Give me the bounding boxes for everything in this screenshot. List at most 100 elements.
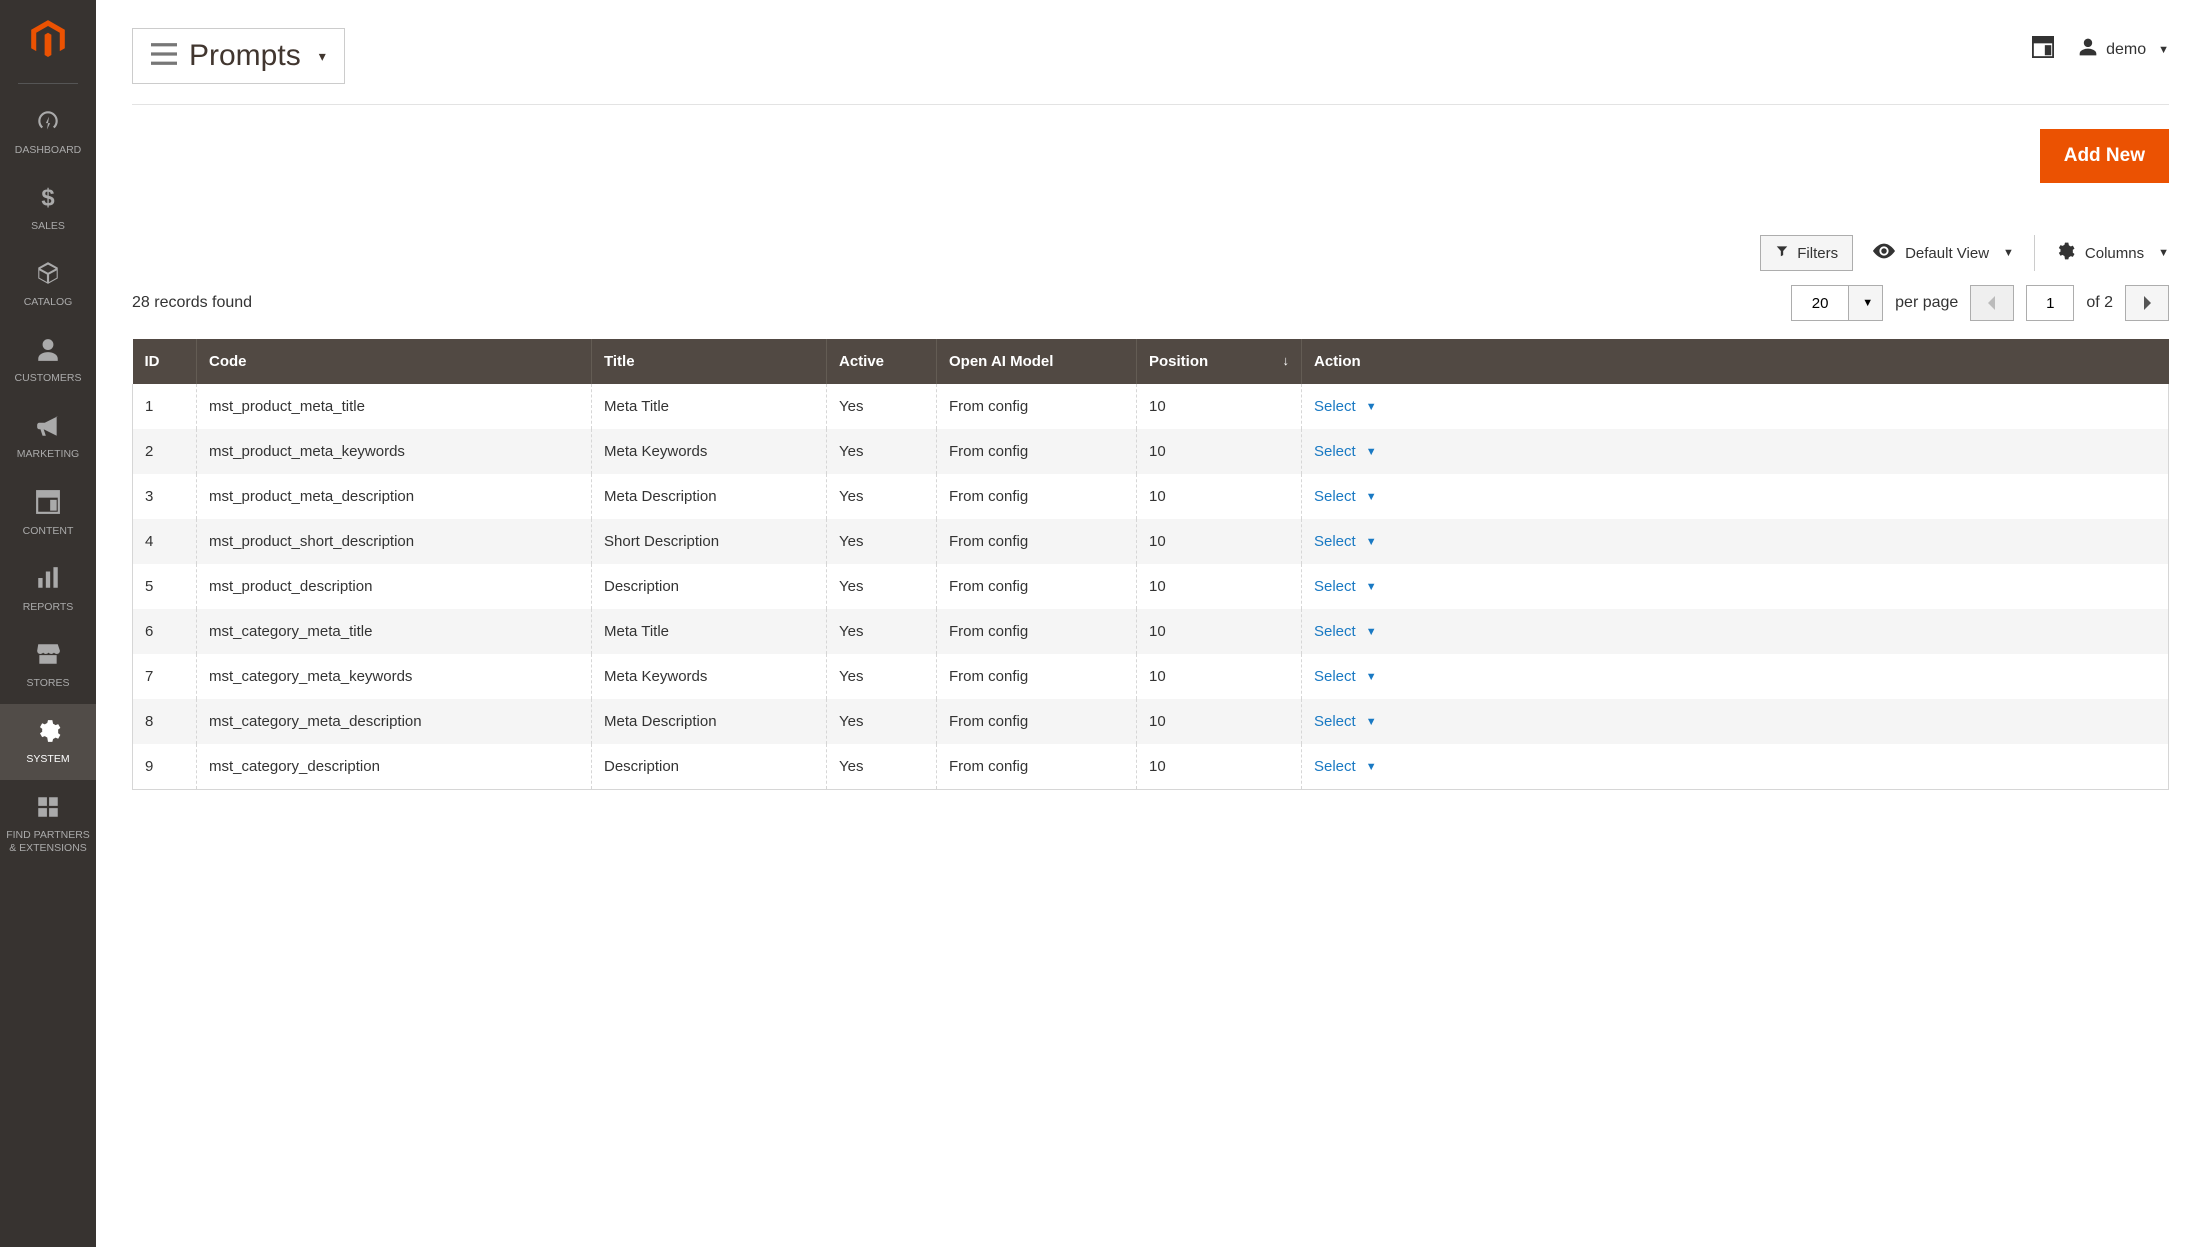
gear-icon: [2055, 241, 2075, 265]
topbar: Prompts ▾ demo ▼: [132, 0, 2169, 84]
row-action-select[interactable]: Select ▼: [1314, 398, 1377, 415]
caret-down-icon: ▼: [1366, 671, 1377, 683]
table-row[interactable]: 2mst_product_meta_keywordsMeta KeywordsY…: [133, 429, 2169, 474]
row-action-select[interactable]: Select ▼: [1314, 533, 1377, 550]
sidebar-item-label: FIND PARTNERS & EXTENSIONS: [4, 829, 92, 854]
cell-position: 10: [1137, 564, 1302, 609]
col-header-title[interactable]: Title: [592, 339, 827, 384]
sidebar-item-label: SYSTEM: [26, 753, 69, 766]
caret-down-icon: ▾: [319, 48, 326, 65]
sidebar-item-label: STORES: [27, 677, 70, 690]
sidebar-item-system[interactable]: SYSTEM: [0, 704, 96, 780]
pager: ▼ per page of 2: [1791, 285, 2169, 321]
caret-down-icon: ▼: [1862, 297, 1873, 309]
cell-action: Select ▼: [1302, 474, 2169, 519]
cell-active: Yes: [827, 474, 937, 519]
cell-action: Select ▼: [1302, 384, 2169, 429]
row-action-select[interactable]: Select ▼: [1314, 668, 1377, 685]
page-title-scope-button[interactable]: Prompts ▾: [132, 28, 345, 84]
records-row: 28 records found ▼ per page of 2: [132, 285, 2169, 321]
row-action-select[interactable]: Select ▼: [1314, 488, 1377, 505]
cell-action: Select ▼: [1302, 744, 2169, 790]
col-header-model[interactable]: Open AI Model: [937, 339, 1137, 384]
caret-down-icon: ▼: [2158, 247, 2169, 259]
cell-position: 10: [1137, 744, 1302, 790]
crates-icon: [35, 794, 61, 824]
sidebar-item-customers[interactable]: CUSTOMERS: [0, 323, 96, 399]
prev-page-button[interactable]: [1970, 285, 2014, 321]
topbar-right: demo ▼: [2032, 28, 2169, 63]
table-row[interactable]: 1mst_product_meta_titleMeta TitleYesFrom…: [133, 384, 2169, 429]
cell-model: From config: [937, 699, 1137, 744]
add-new-button[interactable]: Add New: [2040, 129, 2169, 183]
cell-action: Select ▼: [1302, 519, 2169, 564]
default-view-label: Default View: [1905, 245, 1989, 262]
sidebar-item-dashboard[interactable]: DASHBOARD: [0, 94, 96, 170]
row-action-select[interactable]: Select ▼: [1314, 758, 1377, 775]
next-page-button[interactable]: [2125, 285, 2169, 321]
sidebar-item-content[interactable]: CONTENT: [0, 475, 96, 551]
sidebar-item-find-partners-extensions[interactable]: FIND PARTNERS & EXTENSIONS: [0, 780, 96, 869]
col-header-position[interactable]: Position ↓: [1137, 339, 1302, 384]
caret-down-icon: ▼: [1366, 446, 1377, 458]
col-header-id[interactable]: ID: [133, 339, 197, 384]
cell-title: Meta Description: [592, 699, 827, 744]
columns-label: Columns: [2085, 245, 2144, 262]
row-action-select[interactable]: Select ▼: [1314, 713, 1377, 730]
row-action-select[interactable]: Select ▼: [1314, 623, 1377, 640]
columns-button[interactable]: Columns ▼: [2055, 241, 2169, 265]
table-row[interactable]: 6mst_category_meta_titleMeta TitleYesFro…: [133, 609, 2169, 654]
sort-arrow-down-icon: ↓: [1283, 353, 1290, 368]
sidebar-item-marketing[interactable]: MARKETING: [0, 399, 96, 475]
table-row[interactable]: 9mst_category_descriptionDescriptionYesF…: [133, 744, 2169, 790]
cell-title: Meta Keywords: [592, 429, 827, 474]
col-header-code[interactable]: Code: [197, 339, 592, 384]
cell-position: 10: [1137, 519, 1302, 564]
cell-title: Meta Description: [592, 474, 827, 519]
cell-id: 8: [133, 699, 197, 744]
table-row[interactable]: 3mst_product_meta_descriptionMeta Descri…: [133, 474, 2169, 519]
filters-button[interactable]: Filters: [1760, 235, 1853, 271]
cell-id: 4: [133, 519, 197, 564]
grid-toolbar: Filters Default View ▼ Columns ▼: [132, 235, 2169, 271]
funnel-icon: [1775, 244, 1789, 262]
person-icon: [35, 337, 61, 367]
cell-active: Yes: [827, 744, 937, 790]
user-menu-button[interactable]: demo ▼: [2078, 37, 2169, 62]
layout-switch-icon[interactable]: [2032, 36, 2054, 63]
table-row[interactable]: 4mst_product_short_descriptionShort Desc…: [133, 519, 2169, 564]
per-page-input[interactable]: [1791, 285, 1849, 321]
table-row[interactable]: 8mst_category_meta_descriptionMeta Descr…: [133, 699, 2169, 744]
storefront-icon: [35, 641, 61, 671]
caret-down-icon: ▼: [1366, 401, 1377, 413]
cell-model: From config: [937, 429, 1137, 474]
row-action-select[interactable]: Select ▼: [1314, 443, 1377, 460]
main-content: Prompts ▾ demo ▼ Add New: [96, 0, 2205, 1247]
magento-logo[interactable]: [27, 18, 69, 65]
col-header-active[interactable]: Active: [827, 339, 937, 384]
cell-active: Yes: [827, 609, 937, 654]
cell-position: 10: [1137, 699, 1302, 744]
cell-action: Select ▼: [1302, 564, 2169, 609]
cell-id: 7: [133, 654, 197, 699]
table-row[interactable]: 7mst_category_meta_keywordsMeta Keywords…: [133, 654, 2169, 699]
cell-model: From config: [937, 474, 1137, 519]
cell-position: 10: [1137, 474, 1302, 519]
default-view-button[interactable]: Default View ▼: [1873, 243, 2014, 263]
cell-code: mst_product_meta_keywords: [197, 429, 592, 474]
table-row[interactable]: 5mst_product_descriptionDescriptionYesFr…: [133, 564, 2169, 609]
sidebar-item-sales[interactable]: $SALES: [0, 170, 96, 246]
cell-model: From config: [937, 744, 1137, 790]
user-label: demo: [2106, 41, 2146, 59]
per-page-dropdown-button[interactable]: ▼: [1849, 285, 1883, 321]
col-header-action[interactable]: Action: [1302, 339, 2169, 384]
current-page-input[interactable]: [2026, 285, 2074, 321]
action-bar: Add New: [132, 104, 2169, 207]
sidebar-item-stores[interactable]: STORES: [0, 627, 96, 703]
row-action-select[interactable]: Select ▼: [1314, 578, 1377, 595]
cell-id: 9: [133, 744, 197, 790]
sidebar-item-catalog[interactable]: CATALOG: [0, 246, 96, 322]
cell-title: Description: [592, 744, 827, 790]
sidebar-item-reports[interactable]: REPORTS: [0, 551, 96, 627]
speedometer-icon: [35, 108, 61, 138]
